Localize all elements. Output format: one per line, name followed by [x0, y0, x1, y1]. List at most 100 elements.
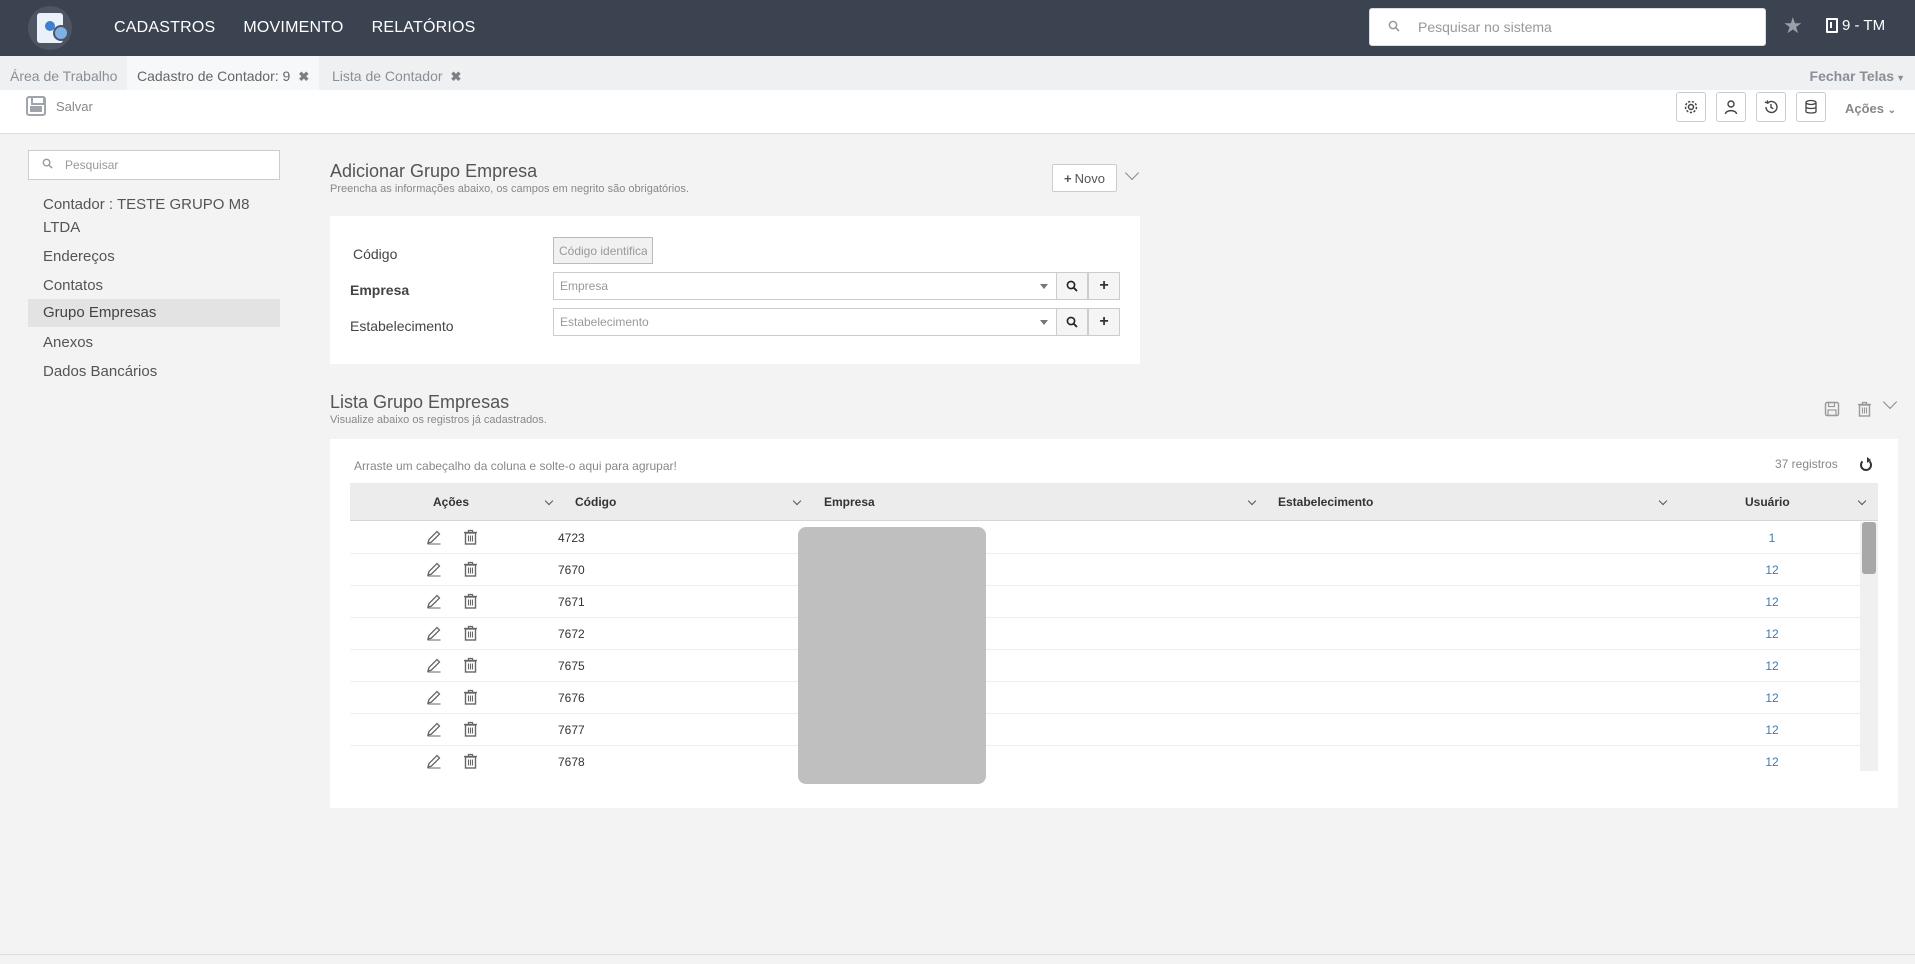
user-button[interactable] — [1716, 92, 1746, 122]
column-menu-chevron-icon[interactable] — [1658, 496, 1668, 506]
edit-pencil-icon[interactable] — [426, 721, 442, 737]
company-select[interactable]: Empresa — [553, 272, 1057, 300]
cell-codigo: 7670 — [558, 563, 585, 577]
establishment-search-button[interactable] — [1056, 308, 1088, 336]
actions-label: Ações — [1845, 101, 1885, 116]
cell-usuario[interactable]: 12 — [1757, 618, 1787, 650]
actions-menu[interactable]: Ações ⌄ — [1845, 101, 1896, 116]
edit-pencil-icon[interactable] — [426, 593, 442, 609]
edit-pencil-icon[interactable] — [426, 529, 442, 545]
menu-movimento[interactable]: MOVIMENTO — [243, 19, 343, 37]
menu-cadastros[interactable]: CADASTROS — [114, 19, 215, 37]
table-row[interactable]: 4723 1 — [350, 522, 1860, 554]
refresh-icon[interactable] — [1860, 457, 1872, 471]
sidebar-item-grupo-empresas[interactable]: Grupo Empresas — [28, 299, 280, 327]
collapse-add-section-chevron-icon[interactable] — [1124, 165, 1140, 181]
delete-trash-icon[interactable] — [463, 689, 478, 705]
global-search-input[interactable] — [1418, 19, 1748, 35]
settings-button[interactable] — [1676, 92, 1706, 122]
edit-pencil-icon[interactable] — [426, 753, 442, 769]
column-menu-chevron-icon[interactable] — [792, 496, 802, 506]
cell-usuario[interactable]: 12 — [1757, 682, 1787, 714]
column-header-acoes[interactable]: Ações — [433, 483, 469, 521]
sidebar-item-dados-bancarios[interactable]: Dados Bancários — [28, 360, 280, 383]
delete-trash-icon[interactable] — [463, 721, 478, 737]
close-all-tabs-button[interactable]: Fechar Telas ▼ — [1810, 68, 1905, 84]
new-button[interactable]: + Novo — [1052, 164, 1117, 192]
database-button[interactable] — [1796, 92, 1826, 122]
delete-all-trash-icon[interactable] — [1857, 401, 1872, 417]
close-all-label: Fechar Telas — [1809, 68, 1895, 84]
tab-area-de-trabalho[interactable]: Área de Trabalho — [0, 56, 127, 90]
history-button[interactable] — [1756, 92, 1786, 122]
company-search-button[interactable] — [1056, 272, 1088, 300]
redacted-company-column — [798, 527, 986, 784]
column-menu-chevron-icon[interactable] — [1247, 496, 1257, 506]
table-row[interactable]: 7675 12 — [350, 650, 1860, 682]
company-select-placeholder: Empresa — [560, 279, 609, 293]
delete-trash-icon[interactable] — [463, 657, 478, 673]
edit-pencil-icon[interactable] — [426, 689, 442, 705]
tab-cadastro-de-contador[interactable]: Cadastro de Contador: 9 ✖ — [127, 56, 320, 90]
sidebar-item-contatos[interactable]: Contatos — [28, 274, 280, 297]
sidebar-item-anexos[interactable]: Anexos — [28, 331, 280, 354]
cell-usuario[interactable]: 12 — [1757, 650, 1787, 682]
save-button[interactable]: Salvar — [26, 96, 93, 116]
column-menu-chevron-icon[interactable] — [544, 496, 554, 506]
table-row[interactable]: 7676 12 — [350, 682, 1860, 714]
column-header-estabelecimento[interactable]: Estabelecimento — [1278, 483, 1373, 521]
app-logo[interactable] — [28, 6, 72, 50]
collapse-list-section-chevron-icon[interactable] — [1882, 394, 1898, 410]
table-row[interactable]: 7671 12 — [350, 586, 1860, 618]
table-row[interactable]: 7677 12 — [350, 714, 1860, 746]
add-section-subtitle: Preencha as informações abaixo, os campo… — [330, 183, 689, 195]
establishment-select[interactable]: Estabelecimento — [553, 308, 1057, 336]
column-menu-chevron-icon[interactable] — [1857, 496, 1867, 506]
sidebar-search-input[interactable] — [65, 158, 265, 172]
company-add-button[interactable]: + — [1088, 272, 1120, 300]
global-search — [1369, 8, 1766, 46]
add-section-title: Adicionar Grupo Empresa — [330, 161, 538, 181]
table-row[interactable]: 7670 12 — [350, 554, 1860, 586]
edit-pencil-icon[interactable] — [426, 625, 442, 641]
table-row[interactable]: 7678 12 — [350, 746, 1860, 771]
delete-trash-icon[interactable] — [463, 561, 478, 577]
establishment-select-placeholder: Estabelecimento — [560, 315, 649, 329]
close-tab-icon[interactable]: ✖ — [298, 69, 309, 84]
caret-down-icon: ▼ — [1896, 73, 1905, 83]
edit-pencil-icon[interactable] — [426, 657, 442, 673]
establishment-add-button[interactable]: + — [1088, 308, 1120, 336]
column-header-usuario[interactable]: Usuário — [1745, 483, 1790, 521]
tab-lista-de-contador[interactable]: Lista de Contador ✖ — [322, 56, 471, 90]
delete-trash-icon[interactable] — [463, 529, 478, 545]
group-drop-area[interactable]: Arraste um cabeçalho da coluna e solte-o… — [354, 459, 677, 473]
code-field[interactable] — [553, 237, 653, 264]
edit-pencil-icon[interactable] — [426, 561, 442, 577]
footer-divider — [0, 954, 1915, 955]
table-row[interactable]: 7672 12 — [350, 618, 1860, 650]
grid-scrollbar[interactable] — [1860, 522, 1878, 771]
delete-trash-icon[interactable] — [463, 593, 478, 609]
cell-usuario[interactable]: 12 — [1757, 714, 1787, 746]
menu-relatorios[interactable]: RELATÓRIOS — [372, 19, 476, 37]
scrollbar-thumb[interactable] — [1862, 522, 1876, 574]
delete-trash-icon[interactable] — [463, 625, 478, 641]
cell-usuario[interactable]: 12 — [1757, 554, 1787, 586]
delete-trash-icon[interactable] — [463, 753, 478, 769]
favorites-star-icon[interactable]: ★ — [1783, 13, 1803, 39]
sidebar-item-contador[interactable]: Contador : TESTE GRUPO M8 LTDA — [28, 193, 280, 239]
tab-label: Área de Trabalho — [10, 68, 118, 84]
chevron-down-icon: ⌄ — [1887, 105, 1897, 116]
cell-usuario[interactable]: 12 — [1757, 586, 1787, 618]
column-header-codigo[interactable]: Código — [575, 483, 616, 521]
company-selector[interactable]: 9 - TM — [1826, 17, 1885, 34]
sidebar-item-enderecos[interactable]: Endereços — [28, 245, 280, 268]
company-field-label: Empresa — [350, 282, 410, 298]
export-floppy-icon[interactable] — [1824, 401, 1840, 417]
close-tab-icon[interactable]: ✖ — [451, 69, 462, 84]
plus-icon: + — [1099, 277, 1109, 294]
building-icon — [1826, 18, 1838, 33]
cell-usuario[interactable]: 12 — [1757, 746, 1787, 771]
cell-usuario[interactable]: 1 — [1757, 522, 1787, 554]
column-header-empresa[interactable]: Empresa — [824, 483, 875, 521]
